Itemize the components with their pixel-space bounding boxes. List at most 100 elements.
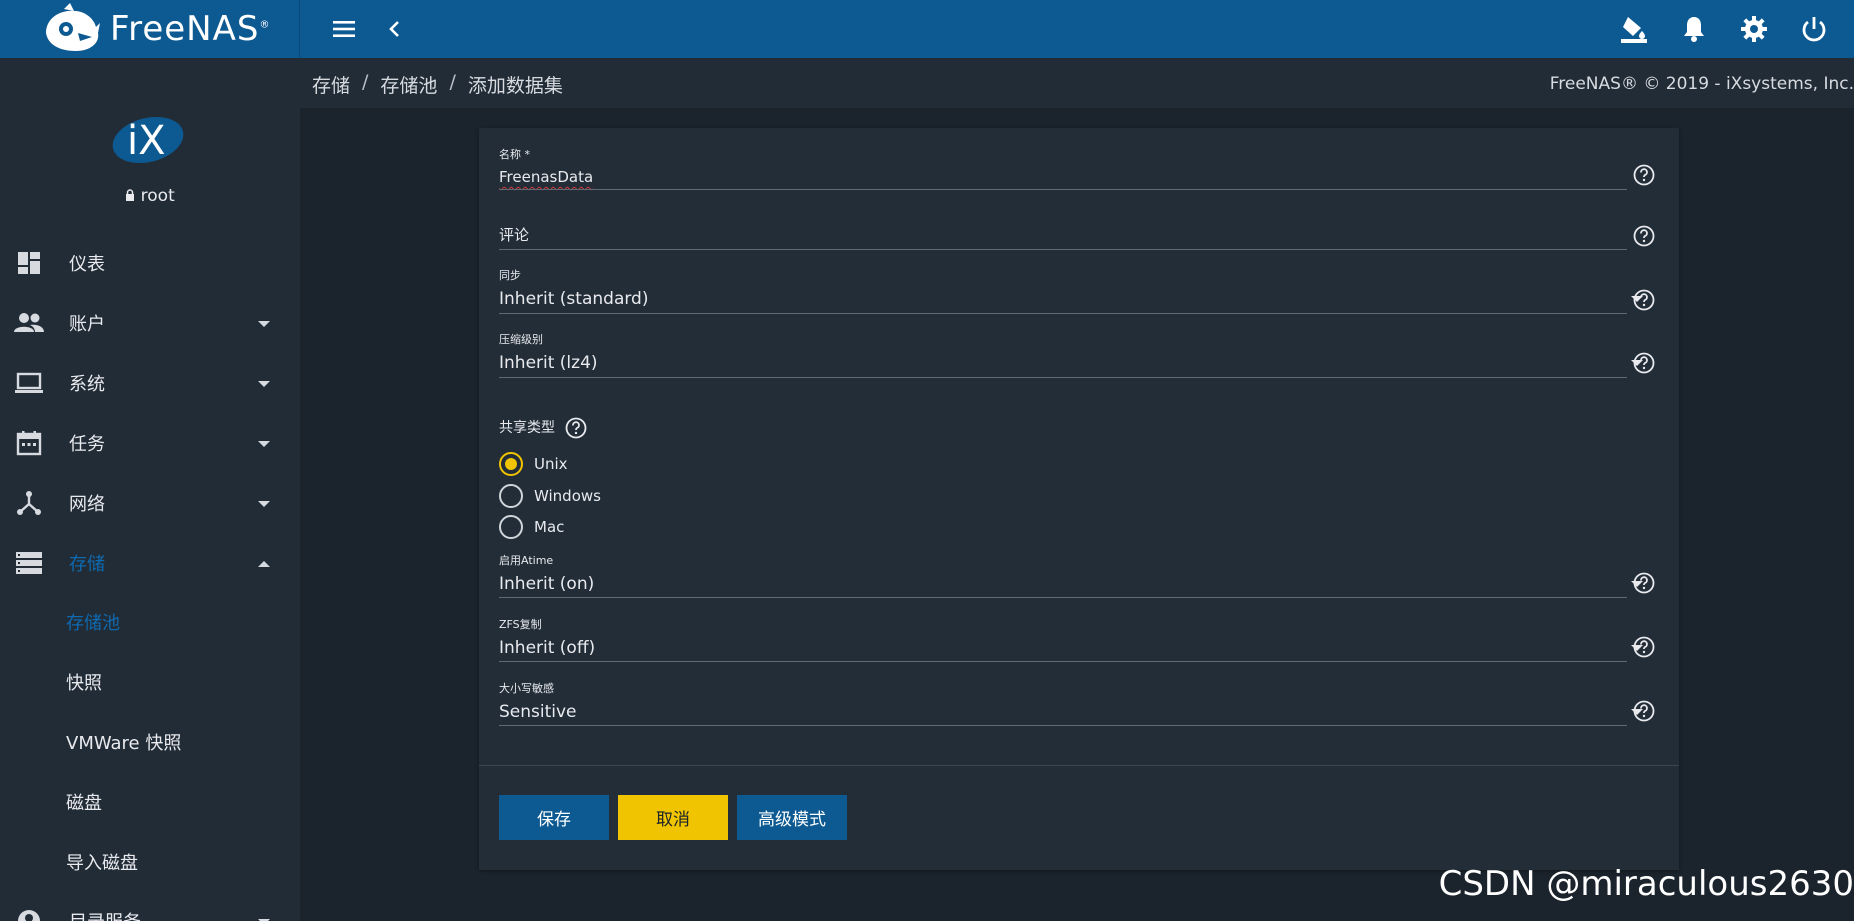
sidebar-item-tasks[interactable]: 任务 (0, 417, 300, 469)
sidebar-item-label: 账户 (69, 314, 105, 335)
sync-underline (499, 313, 1627, 314)
comment-field[interactable]: 评论 (499, 224, 1627, 245)
sidebar-item-storage[interactable]: 存储 (0, 537, 300, 589)
advanced-mode-button[interactable]: 高级模式 (737, 795, 847, 840)
sidebar-subitem-pools[interactable]: 存储池 (66, 609, 120, 635)
sidebar-item-label: 目录服务 (69, 908, 141, 921)
sidebar-subitem-disks[interactable]: 磁盘 (66, 789, 102, 815)
username: root (140, 186, 175, 206)
sync-label: 同步 (499, 269, 521, 282)
sync-select[interactable]: 同步 Inherit (standard) (499, 267, 1627, 309)
help-icon[interactable] (1633, 352, 1655, 374)
freenas-shark-icon (40, 3, 104, 55)
zfs-dedup-select[interactable]: ZFS复制 Inherit (off) (499, 616, 1627, 658)
sidebar-item-accounts[interactable]: 账户 (0, 297, 300, 349)
logo[interactable]: FreeNAS® (0, 0, 300, 58)
svg-text:iX: iX (127, 118, 166, 164)
chevron-down-icon (257, 436, 271, 450)
atime-select[interactable]: 启用Atime Inherit (on) (499, 552, 1627, 594)
share-type-mac-label[interactable]: Mac (534, 518, 564, 536)
ix-systems-logo: iX (111, 110, 185, 166)
notifications-bell-icon[interactable] (1679, 14, 1709, 44)
copyright: FreeNAS® © 2019 - iXsystems, Inc. (1549, 74, 1854, 94)
atime-underline (499, 597, 1627, 598)
sync-value[interactable]: Inherit (standard) (499, 289, 1627, 309)
breadcrumb-separator: / (449, 71, 456, 93)
storage-icon (14, 548, 44, 578)
zfs-dedup-label: ZFS复制 (499, 618, 542, 631)
compression-underline (499, 377, 1627, 378)
breadcrumb-separator: / (362, 71, 369, 93)
breadcrumb-pools[interactable]: 存储池 (380, 71, 437, 98)
lock-icon (125, 186, 140, 206)
share-type-unix-radio[interactable] (499, 452, 523, 476)
back-icon[interactable] (380, 14, 410, 44)
theme-paint-icon[interactable] (1619, 14, 1649, 44)
compression-select[interactable]: 压缩级别 Inherit (lz4) (499, 331, 1627, 373)
power-icon[interactable] (1799, 14, 1829, 44)
case-sensitivity-select[interactable]: 大小写敏感 Sensitive (499, 680, 1627, 722)
case-sensitivity-value[interactable]: Sensitive (499, 702, 1627, 722)
breadcrumb-add-dataset: 添加数据集 (467, 75, 563, 97)
sidebar-subitem-snapshots[interactable]: 快照 (66, 669, 102, 695)
case-sensitivity-underline (499, 725, 1627, 726)
help-icon[interactable] (1633, 164, 1655, 186)
share-type-label: 共享类型 (499, 420, 555, 436)
sidebar-item-directory-services[interactable]: 目录服务 (0, 895, 300, 921)
logo-text: FreeNAS® (110, 9, 271, 49)
comment-underline (499, 249, 1627, 250)
sidebar-item-network[interactable]: 网络 (0, 477, 300, 529)
laptop-icon (14, 368, 44, 398)
chevron-down-icon (257, 376, 271, 390)
chevron-down-icon (257, 316, 271, 330)
name-underline (499, 189, 1627, 190)
compression-label: 压缩级别 (499, 333, 543, 346)
help-icon[interactable] (1633, 700, 1655, 722)
sidebar-subitem-import-disk[interactable]: 导入磁盘 (66, 849, 138, 875)
network-icon (14, 488, 44, 518)
menu-icon[interactable] (329, 14, 359, 44)
share-type-unix-label[interactable]: Unix (534, 455, 568, 473)
sidebar-subitem-vmware-snapshots[interactable]: VMWare 快照 (66, 729, 181, 755)
sidebar-item-label: 仪表 (69, 254, 105, 275)
name-field[interactable]: 名称 * FreenasData (499, 146, 1627, 186)
help-icon[interactable] (1633, 572, 1655, 594)
sidebar-item-label: 系统 (69, 374, 105, 395)
sidebar-item-dashboard[interactable]: 仪表 (0, 237, 300, 289)
share-type-windows-radio[interactable] (499, 484, 523, 508)
comment-input[interactable]: 评论 (499, 224, 1627, 245)
breadcrumb-storage[interactable]: 存储 (312, 71, 350, 98)
chevron-up-icon (257, 556, 271, 570)
share-type-windows-label[interactable]: Windows (534, 487, 601, 505)
breadcrumb-bar: 存储 / 存储池 / 添加数据集 FreeNAS® © 2019 - iXsys… (300, 58, 1854, 108)
name-input[interactable]: FreenasData (499, 168, 1627, 186)
help-icon[interactable] (1633, 636, 1655, 658)
form-divider (479, 765, 1679, 766)
dashboard-icon (14, 248, 44, 278)
help-icon[interactable] (1633, 289, 1655, 311)
cancel-button[interactable]: 取消 (618, 795, 728, 840)
breadcrumb: 存储 / 存储池 / 添加数据集 (312, 71, 575, 98)
user-row: root (0, 186, 300, 206)
atime-value[interactable]: Inherit (on) (499, 574, 1627, 594)
sidebar-item-system[interactable]: 系统 (0, 357, 300, 409)
settings-gear-icon[interactable] (1739, 14, 1769, 44)
sidebar-item-label: 任务 (69, 434, 105, 455)
chevron-down-icon (257, 496, 271, 510)
chevron-down-icon (257, 914, 271, 921)
sidebar-item-label: 存储 (69, 554, 105, 575)
help-icon[interactable] (565, 417, 587, 439)
help-icon[interactable] (1633, 225, 1655, 247)
accounts-icon (14, 308, 44, 338)
zfs-dedup-underline (499, 661, 1627, 662)
save-button[interactable]: 保存 (499, 795, 609, 840)
case-sensitivity-label: 大小写敏感 (499, 682, 554, 695)
share-type-mac-radio[interactable] (499, 515, 523, 539)
calendar-icon (14, 428, 44, 458)
sidebar: iX root 仪表 账户 系统 任务 网络 存储 存储池 快照 VMWare … (0, 58, 300, 921)
zfs-dedup-value[interactable]: Inherit (off) (499, 638, 1627, 658)
add-dataset-form: 名称 * FreenasData 评论 同步 Inherit (standard… (479, 128, 1679, 870)
compression-value[interactable]: Inherit (lz4) (499, 353, 1627, 373)
name-label: 名称 * (499, 148, 530, 161)
directory-icon (14, 906, 44, 921)
